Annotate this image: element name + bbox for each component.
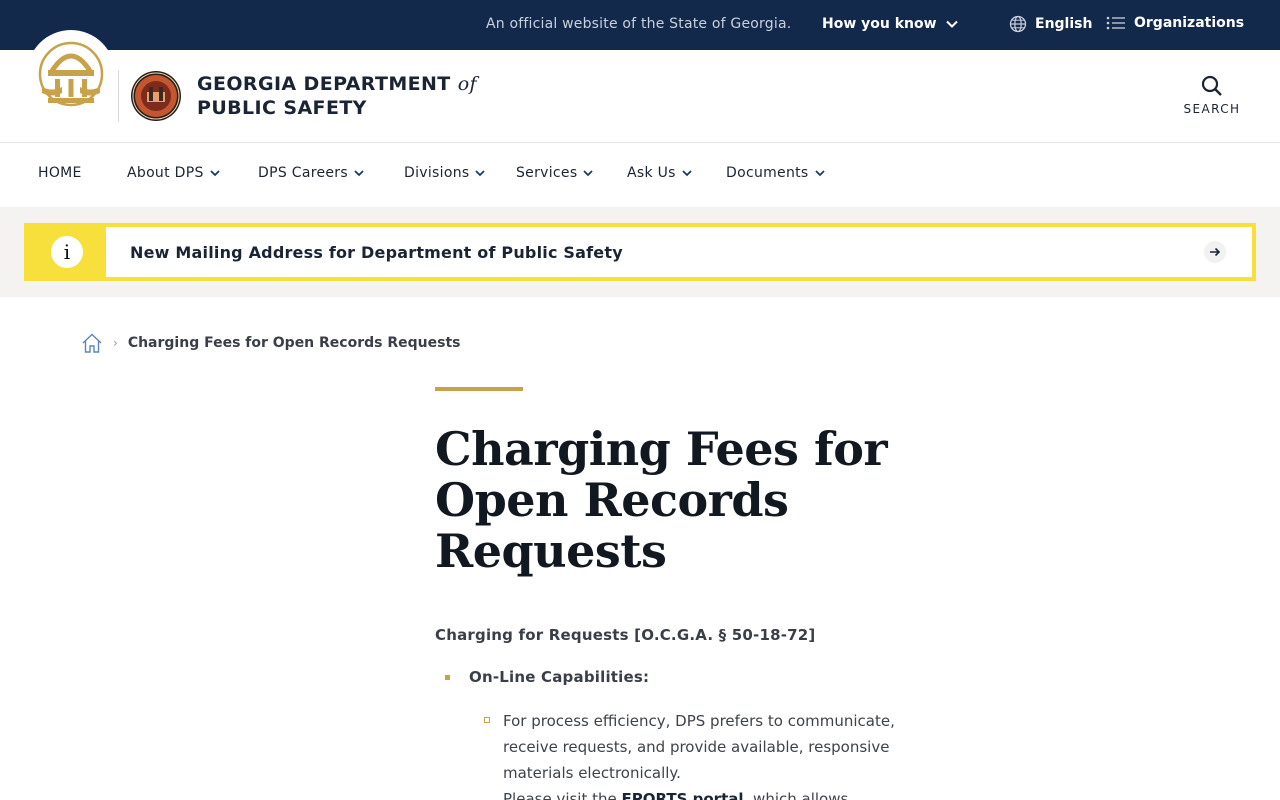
- alert-band: i New Mailing Address for Department of …: [0, 207, 1280, 297]
- home-icon[interactable]: [81, 332, 103, 354]
- nav-documents-label: Documents: [726, 165, 809, 181]
- nav-dps-careers-label: DPS Careers: [258, 165, 348, 181]
- chevron-down-icon: [945, 20, 958, 28]
- sub-bullet-marker: [484, 717, 490, 723]
- eports-suffix: , which allows: [743, 790, 849, 800]
- list-item: On-Line Capabilities:: [445, 668, 649, 686]
- alert-icon-box: i: [28, 227, 106, 277]
- nav-divisions[interactable]: Divisions: [404, 165, 486, 181]
- dps-seal-icon: [131, 71, 181, 121]
- agency-name-line1: GEORGIA DEPARTMENT: [197, 73, 451, 95]
- nav-divisions-label: Divisions: [404, 165, 470, 181]
- chevron-right-icon: ›: [113, 336, 118, 350]
- chevron-down-icon: [475, 170, 486, 177]
- bullet-marker: [445, 674, 450, 680]
- eports-portal-link[interactable]: EPORTS portal: [622, 790, 744, 800]
- nav-dps-careers[interactable]: DPS Careers: [258, 165, 364, 181]
- header-divider: [118, 70, 119, 122]
- agency-name-of: of: [457, 73, 477, 95]
- search-icon: [1201, 75, 1222, 96]
- chevron-down-icon: [682, 170, 692, 177]
- site-header: GEORGIA DEPARTMENT of PUBLIC SAFETY SEAR…: [0, 30, 1280, 143]
- breadcrumb-current: Charging Fees for Open Records Requests: [127, 335, 461, 351]
- list-item: For process efficiency, DPS prefers to c…: [484, 708, 944, 786]
- nav-ask-us-label: Ask Us: [627, 165, 676, 181]
- official-website-text: An official website of the State of Geor…: [486, 16, 792, 32]
- chevron-down-icon: [583, 170, 594, 177]
- nav-about-dps-label: About DPS: [127, 165, 204, 181]
- georgia-arch-logo-icon: [38, 41, 104, 107]
- page-title: Charging Fees for Open Records Requests: [435, 422, 888, 578]
- main-navigation: HOME About DPS DPS Careers Divisions Ser…: [0, 143, 1280, 207]
- official-banner: An official website of the State of Geor…: [0, 0, 1280, 50]
- arrow-right-icon: [1204, 241, 1226, 263]
- alert-message: New Mailing Address for Department of Pu…: [130, 242, 623, 262]
- nav-home[interactable]: HOME: [38, 165, 82, 181]
- nav-services[interactable]: Services: [516, 165, 594, 181]
- georgia-logo-link[interactable]: [27, 30, 115, 118]
- eports-prefix: Please visit the: [503, 790, 622, 800]
- nav-services-label: Services: [516, 165, 578, 181]
- title-accent-bar: [435, 387, 523, 391]
- nav-ask-us[interactable]: Ask Us: [627, 165, 692, 181]
- language-label: English: [1035, 16, 1093, 32]
- organizations-button[interactable]: Organizations: [1106, 15, 1244, 31]
- bullet-online-capabilities: On-Line Capabilities:: [469, 668, 650, 686]
- agency-name-line2: PUBLIC SAFETY: [197, 97, 367, 119]
- chevron-down-icon: [210, 170, 220, 177]
- search-button[interactable]: SEARCH: [1178, 74, 1246, 116]
- chevron-down-icon: [354, 170, 364, 177]
- breadcrumb: › Charging Fees for Open Records Request…: [81, 332, 460, 354]
- organizations-label: Organizations: [1134, 15, 1245, 31]
- sub-bullet-efficiency: For process efficiency, DPS prefers to c…: [503, 712, 895, 782]
- language-selector[interactable]: English: [1009, 15, 1092, 33]
- mailing-address-alert[interactable]: i New Mailing Address for Department of …: [24, 223, 1256, 281]
- intro-heading: Charging for Requests [O.C.G.A. § 50-18-…: [435, 626, 816, 644]
- list-item-eports: Please visit the EPORTS portal, which al…: [503, 786, 848, 800]
- nav-documents[interactable]: Documents: [726, 165, 825, 181]
- list-icon: [1106, 16, 1125, 30]
- agency-name[interactable]: GEORGIA DEPARTMENT of PUBLIC SAFETY: [197, 72, 477, 120]
- chevron-down-icon: [814, 170, 825, 177]
- info-icon: i: [51, 236, 83, 268]
- nav-about-dps[interactable]: About DPS: [127, 165, 220, 181]
- how-you-know-label: How you know: [822, 16, 937, 32]
- search-label: SEARCH: [1183, 102, 1241, 116]
- how-you-know-button[interactable]: How you know: [822, 16, 959, 32]
- nav-home-label: HOME: [38, 165, 82, 181]
- globe-icon: [1009, 15, 1027, 33]
